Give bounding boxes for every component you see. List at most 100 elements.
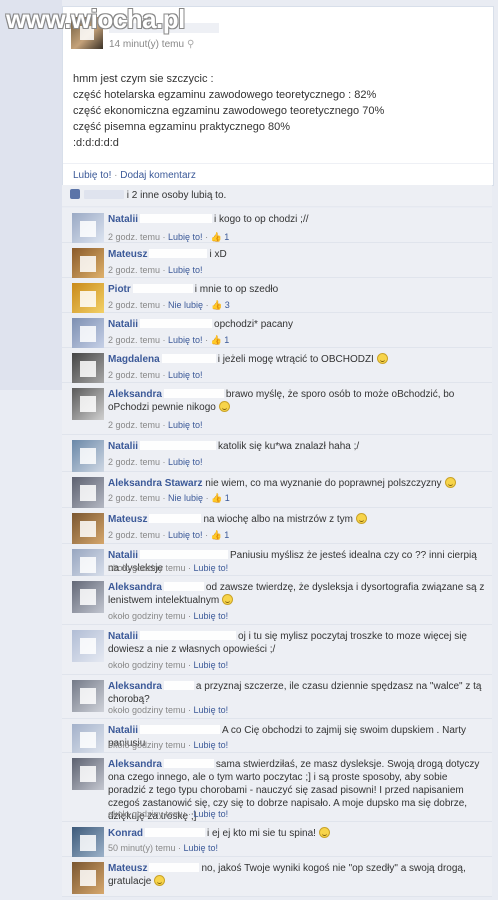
like-count[interactable]: 3	[222, 300, 230, 310]
comment-text: Natalii i kogo to op chodzi ;//	[108, 213, 486, 226]
comment-meta: 2 godz. temu · Lubię to!	[108, 420, 203, 430]
comment: Piotr i mnie to op szedło 2 godz. temu · N…	[62, 278, 492, 315]
author-surname-blurred	[163, 582, 204, 591]
comment-avatar[interactable]	[72, 213, 104, 245]
thumbs-up-icon: 👍	[211, 493, 223, 503]
comment-like-link[interactable]: Lubię to!	[194, 563, 229, 573]
post-time: 14 minut(y) temu ⚲	[109, 39, 195, 50]
comment-avatar[interactable]	[72, 630, 104, 662]
comment-author[interactable]: Natalii	[108, 319, 138, 330]
comment-text: Aleksandra od zawsze twierdzę, że dysleks…	[108, 581, 486, 607]
comment: Aleksandra od zawsze twierdzę, że dysleks…	[62, 576, 492, 625]
comment-avatar[interactable]	[72, 353, 104, 385]
comment-like-link[interactable]: Lubię to!	[168, 265, 203, 275]
comment-author[interactable]: Aleksandra	[108, 681, 162, 692]
post-body-line: część ekonomiczna egzaminu zawodowego te…	[73, 105, 385, 117]
comment-avatar[interactable]	[72, 581, 104, 613]
comment-avatar[interactable]	[72, 513, 104, 545]
comment-like-link[interactable]: Lubię to!	[168, 457, 203, 467]
comment: Mateusz na wiochę albo na mistrzów z tym 2…	[62, 508, 492, 545]
comment: Aleksandra sama stwierdziłaś, ze masz dys…	[62, 753, 492, 822]
left-background	[0, 0, 62, 390]
comment-time: 2 godz. temu	[108, 493, 161, 503]
thumbs-up-icon: 👍	[211, 300, 223, 310]
comment-avatar[interactable]	[72, 318, 104, 350]
comment-author[interactable]: Natalii	[108, 214, 138, 225]
comment-like-link[interactable]: Lubię to!	[168, 232, 203, 242]
comment-body: i mnie to op szedło	[194, 284, 279, 295]
comment-like-link[interactable]: Lubię to!	[194, 809, 229, 819]
comment-author[interactable]: Aleksandra Stawarz	[108, 478, 203, 489]
comment: Natalii opchodzi* pacany 2 godz. temu · Lu…	[62, 313, 492, 350]
comment-author[interactable]: Mateusz	[108, 514, 147, 525]
comment-author[interactable]: Aleksandra	[108, 389, 162, 400]
comment: Mateusz no, jakoś Twoje wyniki kogoś nie …	[62, 857, 492, 897]
comment-time: około godziny temu	[108, 740, 186, 750]
pin-icon: ⚲	[187, 39, 195, 50]
comment-meta: 2 godz. temu · Lubię to! · 👍 1	[108, 530, 230, 540]
author-surname-blurred	[149, 249, 208, 258]
author-surname-blurred	[140, 441, 217, 450]
comment-like-link[interactable]: Nie lubię	[168, 300, 203, 310]
comment-avatar[interactable]	[72, 680, 104, 712]
comment-author[interactable]: Piotr	[108, 284, 131, 295]
comment-time: 50 minut(y) temu	[108, 843, 176, 853]
comment-text: Aleksandra a przyznaj szczerze, ile czasu…	[108, 680, 486, 706]
comment-like-link[interactable]: Lubię to!	[168, 335, 203, 345]
comment-avatar[interactable]	[72, 248, 104, 280]
add-comment-link[interactable]: Dodaj komentarz	[120, 170, 196, 181]
comment-author[interactable]: Konrad	[108, 828, 143, 839]
comment-like-link[interactable]: Nie lubię	[168, 493, 203, 503]
comment-body: i kogo to op chodzi ;//	[214, 214, 309, 225]
comment-author[interactable]: Aleksandra	[108, 759, 162, 770]
comment-avatar[interactable]	[72, 827, 104, 859]
comment-body: nie wiem, co ma wyznanie do poprawnej po…	[205, 478, 442, 489]
comment-author[interactable]: Natalii	[108, 631, 138, 642]
author-surname-blurred	[140, 319, 213, 328]
comment-avatar[interactable]	[72, 440, 104, 472]
comment-avatar[interactable]	[72, 388, 104, 420]
like-count[interactable]: 1	[222, 530, 229, 540]
comment-author[interactable]: Magdalena	[108, 354, 160, 365]
comment-meta: 2 godz. temu · Lubię to! · 👍 1	[108, 335, 230, 345]
comment-author[interactable]: Natalii	[108, 441, 138, 452]
comment-author[interactable]: Mateusz	[108, 863, 147, 874]
post-body-line: hmm jest czym sie szczycic :	[73, 73, 214, 85]
comment-like-link[interactable]: Lubię to!	[194, 611, 229, 621]
comment-avatar[interactable]	[72, 724, 104, 756]
like-count[interactable]: 1	[222, 335, 229, 345]
comment: Aleksandra brawo myślę, że sporo osób to …	[62, 383, 492, 435]
comment-body: i xD	[209, 249, 227, 260]
smiley-icon	[154, 875, 166, 886]
comment-author[interactable]: Aleksandra	[108, 582, 162, 593]
comment-like-link[interactable]: Lubię to!	[168, 530, 203, 540]
likers-blurred[interactable]	[84, 190, 124, 199]
comment-avatar[interactable]	[72, 758, 104, 790]
comment-avatar[interactable]	[72, 477, 104, 509]
comment-body: i ej ej kto mi sie tu spina!	[207, 828, 316, 839]
author-surname-blurred	[149, 863, 200, 872]
comment-like-link[interactable]: Lubię to!	[168, 370, 203, 380]
like-link[interactable]: Lubię to!	[73, 170, 111, 181]
comment-like-link[interactable]: Lubię to!	[184, 843, 219, 853]
comment-like-link[interactable]: Lubię to!	[168, 420, 203, 430]
like-count[interactable]: 1	[222, 493, 230, 503]
comment-text: Natalii opchodzi* pacany	[108, 318, 486, 331]
author-surname-blurred	[140, 725, 221, 734]
smiley-icon	[376, 353, 388, 364]
comment-avatar[interactable]	[72, 283, 104, 315]
comment-meta: 50 minut(y) temu · Lubię to!	[108, 843, 219, 853]
comment-like-link[interactable]: Lubię to!	[194, 705, 229, 715]
comment-text: Aleksandra Stawarz nie wiem, co ma wyzna…	[108, 477, 486, 490]
like-count[interactable]: 1	[222, 232, 229, 242]
comment: Aleksandra a przyznaj szczerze, ile czasu…	[62, 675, 492, 719]
comment-like-link[interactable]: Lubię to!	[194, 660, 229, 670]
thumbs-up-icon: 👍	[210, 335, 222, 345]
smiley-icon	[222, 594, 234, 605]
comment-author[interactable]: Natalii	[108, 725, 138, 736]
comment-time: około godziny temu	[108, 705, 186, 715]
comment-author[interactable]: Natalii	[108, 550, 138, 561]
comment-like-link[interactable]: Lubię to!	[194, 740, 229, 750]
comment-avatar[interactable]	[72, 862, 104, 894]
comment-author[interactable]: Mateusz	[108, 249, 147, 260]
